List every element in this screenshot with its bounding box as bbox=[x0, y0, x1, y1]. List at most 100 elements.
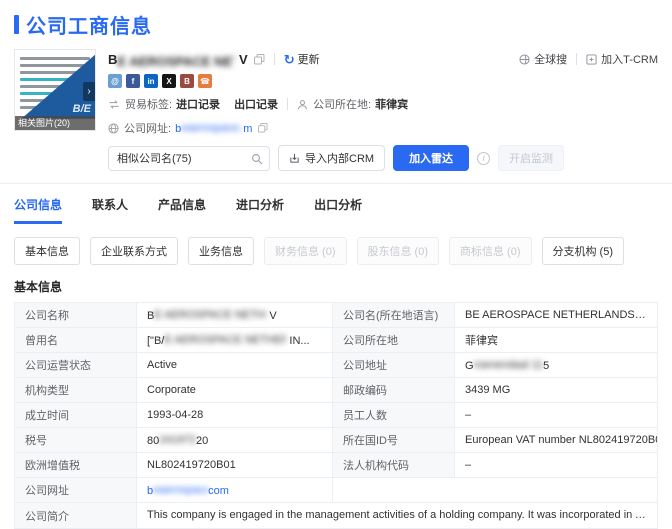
table-row: 机构类型 Corporate 邮政编码 3439 MG bbox=[15, 378, 658, 403]
table-row: 公司运营状态 Active 公司地址 Groenendaal 115 bbox=[15, 353, 658, 378]
company-name: BE AEROSPACE NETHERLANDS B V bbox=[108, 52, 248, 67]
company-name-redacted: E AEROSPACE NETHERLANDS B bbox=[117, 54, 235, 67]
tab-products[interactable]: 产品信息 bbox=[158, 196, 206, 224]
company-summary: BE AEROSPACE NETHERLANDS B V ↻ 更新 全球搜 bbox=[108, 49, 658, 136]
similar-company-field-wrap bbox=[108, 146, 270, 171]
title-accent-bar bbox=[14, 15, 19, 34]
related-images-caption[interactable]: 相关图片(20) bbox=[15, 116, 95, 130]
field-label: 公司简介 bbox=[15, 503, 137, 529]
import-records-link[interactable]: 进口记录 bbox=[176, 96, 220, 112]
field-label: 所在国ID号 bbox=[333, 428, 455, 453]
field-value: European VAT number NL802419720B01 更多5 bbox=[455, 428, 658, 453]
pill-business-info[interactable]: 业务信息 bbox=[188, 237, 254, 265]
company-header: B/E › 相关图片(20) BE AEROSPACE NETHERLANDS … bbox=[14, 49, 658, 136]
x-icon[interactable]: X bbox=[162, 74, 176, 88]
trade-tags-label: 贸易标签: bbox=[125, 96, 172, 112]
table-row: 公司简介 This company is engaged in the mana… bbox=[15, 503, 658, 529]
company-logo-thumbnail[interactable]: B/E › 相关图片(20) bbox=[14, 49, 96, 131]
copy-website-icon[interactable] bbox=[258, 123, 268, 133]
company-intro-text: This company is engaged in the managemen… bbox=[147, 509, 658, 521]
location-person-icon bbox=[297, 99, 308, 110]
action-bar: 导入内部CRM 加入雷达 i 开启监测 bbox=[108, 145, 658, 171]
basic-info-table: 公司名称 BE AEROSPACE NETHERLANDS B V 公司名(所在… bbox=[14, 302, 658, 529]
page-title: 公司工商信息 bbox=[26, 10, 152, 39]
join-radar-button[interactable]: 加入雷达 bbox=[393, 145, 469, 171]
table-row: 公司网址 beaerospace.com bbox=[15, 478, 658, 503]
table-row: 公司名称 BE AEROSPACE NETHERLANDS B V 公司名(所在… bbox=[15, 303, 658, 328]
global-search-button[interactable]: 全球搜 bbox=[519, 51, 567, 67]
redacted-text: 241972 bbox=[159, 434, 196, 447]
field-label: 成立时间 bbox=[15, 403, 137, 428]
redacted-text: E AEROSPACE NETHERLANDS B bbox=[154, 309, 266, 322]
tab-contacts[interactable]: 联系人 bbox=[92, 196, 128, 224]
location-label: 公司所在地: bbox=[313, 96, 371, 112]
empty-cell bbox=[333, 478, 658, 503]
page: 公司工商信息 B/E › 相关图片(20) BE AEROSPACE NETHE… bbox=[0, 0, 672, 529]
divider bbox=[274, 53, 275, 65]
import-icon bbox=[289, 153, 300, 164]
field-value: NL802419720B01 bbox=[137, 453, 333, 478]
website-row: 公司网址: beaerospace.com bbox=[108, 120, 658, 136]
pill-finance-info: 财务信息 (0) bbox=[264, 237, 347, 265]
pill-basic-info[interactable]: 基本信息 bbox=[14, 237, 80, 265]
web-icon[interactable]: @ bbox=[108, 74, 122, 88]
website-label: 公司网址: bbox=[124, 120, 171, 136]
phone-icon[interactable]: ☎ bbox=[198, 74, 212, 88]
redacted-text: eaerospace. bbox=[153, 484, 208, 497]
similar-company-input[interactable] bbox=[108, 146, 270, 171]
basic-info-heading: 基本信息 bbox=[14, 278, 658, 295]
field-label: 公司所在地 bbox=[333, 328, 455, 353]
field-value: beaerospace.com bbox=[137, 478, 333, 503]
start-monitor-button: 开启监测 bbox=[498, 145, 564, 171]
import-crm-button[interactable]: 导入内部CRM bbox=[278, 145, 385, 171]
divider bbox=[576, 53, 577, 65]
table-row: 税号 8024197220 所在国ID号 European VAT number… bbox=[15, 428, 658, 453]
field-value: Corporate bbox=[137, 378, 333, 403]
field-label: 邮政编码 bbox=[333, 378, 455, 403]
social-icons: @ f in X B ☎ bbox=[108, 74, 658, 88]
facebook-icon[interactable]: f bbox=[126, 74, 140, 88]
copy-company-name-icon[interactable] bbox=[254, 54, 265, 65]
logo-text: B/E bbox=[73, 103, 91, 115]
blog-icon[interactable]: B bbox=[180, 74, 194, 88]
info-icon[interactable]: i bbox=[477, 152, 490, 165]
table-row: 曾用名 ["B/E AEROSPACE NETHERLANDS B.V. B/E… bbox=[15, 328, 658, 353]
trade-tags-icon bbox=[108, 99, 120, 110]
refresh-button[interactable]: ↻ 更新 bbox=[284, 51, 320, 67]
field-value: BE AEROSPACE NETHERLANDS B V bbox=[455, 303, 658, 328]
next-image-arrow-icon[interactable]: › bbox=[83, 82, 95, 101]
field-value: Groenendaal 115 bbox=[455, 353, 658, 378]
tab-company-info[interactable]: 公司信息 bbox=[14, 196, 62, 224]
sub-section-pills: 基本信息 企业联系方式 业务信息 财务信息 (0) 股东信息 (0) 商标信息 … bbox=[14, 225, 658, 265]
header-links: 全球搜 加入T-CRM bbox=[519, 51, 658, 67]
company-website-link[interactable]: beaerospace.com bbox=[175, 122, 252, 135]
pill-contact-methods[interactable]: 企业联系方式 bbox=[90, 237, 178, 265]
field-label: 法人机构代码 bbox=[333, 453, 455, 478]
main-tabs: 公司信息 联系人 产品信息 进口分析 出口分析 bbox=[14, 184, 658, 224]
field-value: – bbox=[455, 453, 658, 478]
pill-trademark-info: 商标信息 (0) bbox=[449, 237, 532, 265]
field-label: 公司运营状态 bbox=[15, 353, 137, 378]
linkedin-icon[interactable]: in bbox=[144, 74, 158, 88]
refresh-icon: ↻ bbox=[284, 53, 295, 66]
join-tcrm-button[interactable]: 加入T-CRM bbox=[586, 51, 658, 67]
field-label: 公司名(所在地语言) bbox=[333, 303, 455, 328]
field-label: 员工人数 bbox=[333, 403, 455, 428]
field-value: – bbox=[455, 403, 658, 428]
pill-branches[interactable]: 分支机构 (5) bbox=[542, 237, 625, 265]
location-value: 菲律宾 bbox=[375, 96, 408, 112]
field-value: BE AEROSPACE NETHERLANDS B V bbox=[137, 303, 333, 328]
redacted-text: roenendaal 11 bbox=[474, 359, 544, 372]
field-value: 8024197220 bbox=[137, 428, 333, 453]
tab-export-analysis[interactable]: 出口分析 bbox=[314, 196, 362, 224]
website-redacted: eaerospace.co bbox=[181, 122, 243, 135]
similar-search-icon[interactable] bbox=[251, 152, 263, 170]
field-value: 3439 MG bbox=[455, 378, 658, 403]
tab-import-analysis[interactable]: 进口分析 bbox=[236, 196, 284, 224]
field-label: 欧洲增值税 bbox=[15, 453, 137, 478]
export-records-link[interactable]: 出口记录 bbox=[234, 96, 278, 112]
divider bbox=[287, 98, 288, 110]
page-title-row: 公司工商信息 bbox=[14, 10, 658, 39]
field-label: 曾用名 bbox=[15, 328, 137, 353]
company-website-link[interactable]: beaerospace.com bbox=[147, 485, 229, 497]
